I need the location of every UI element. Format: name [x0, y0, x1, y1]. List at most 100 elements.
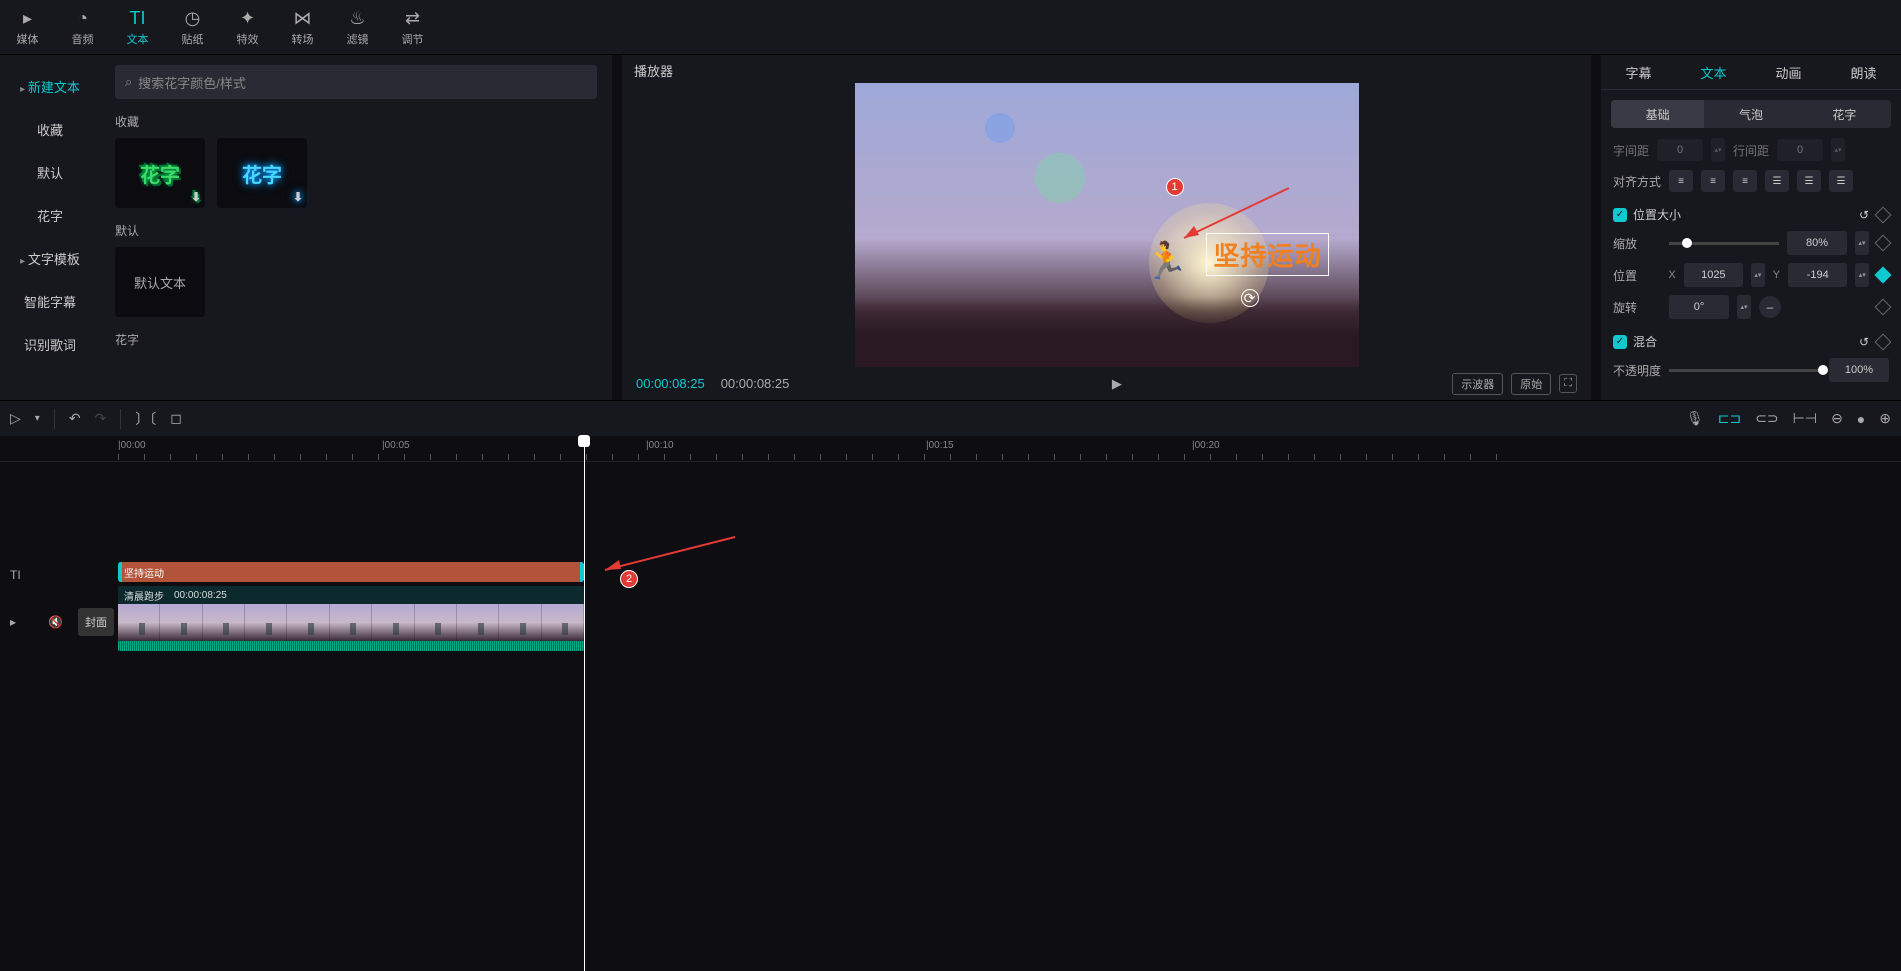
prop-subtab[interactable]: 基础	[1611, 100, 1704, 128]
nav-转场[interactable]: ⋈转场	[275, 0, 330, 54]
zoom-out-icon[interactable]: ⊖	[1831, 410, 1843, 427]
line-spacing-input[interactable]: 0	[1777, 139, 1823, 161]
nav-媒体[interactable]: ▸媒体	[0, 0, 55, 54]
fullscreen-icon[interactable]: ⛶	[1559, 374, 1577, 393]
checkbox-icon[interactable]: ✓	[1613, 335, 1627, 349]
char-spacing-input[interactable]: 0	[1657, 139, 1703, 161]
stepper-icon[interactable]: ▴▾	[1855, 263, 1869, 287]
stepper-icon[interactable]: ▴▾	[1711, 138, 1725, 162]
runner-silhouette: 🏃	[1144, 240, 1189, 282]
annotation-1: 1	[1166, 178, 1184, 196]
align-middle-icon[interactable]: ☰	[1797, 170, 1821, 192]
sidebar-item[interactable]: 文字模板	[0, 237, 100, 280]
prop-tab[interactable]: 朗读	[1826, 55, 1901, 89]
align-bottom-icon[interactable]: ☰	[1829, 170, 1853, 192]
zoom-slider[interactable]: ●	[1857, 411, 1865, 427]
keyframe-icon[interactable]	[1875, 206, 1892, 223]
scale-value[interactable]: 80%	[1787, 231, 1847, 255]
audio-waveform	[118, 641, 584, 651]
reset-icon[interactable]: ↺	[1859, 335, 1869, 349]
sidebar-item[interactable]: 智能字幕	[0, 280, 100, 323]
keyframe-icon[interactable]	[1875, 299, 1892, 316]
prop-tab[interactable]: 字幕	[1601, 55, 1676, 89]
video-clip[interactable]: 清晨跑步 00:00:08:25	[118, 586, 584, 651]
stepper-icon[interactable]: ▴▾	[1831, 138, 1845, 162]
pos-y-input[interactable]: -194	[1788, 263, 1847, 287]
chevron-down-icon[interactable]: ▾	[35, 413, 40, 424]
nav-文本[interactable]: TI文本	[110, 0, 165, 54]
opacity-value[interactable]: 100%	[1829, 358, 1889, 382]
prop-tab[interactable]: 文本	[1676, 55, 1751, 89]
redo-icon[interactable]: ↷	[95, 410, 107, 427]
keyframe-icon[interactable]	[1875, 267, 1892, 284]
align-top-icon[interactable]: ☰	[1765, 170, 1789, 192]
nav-贴纸[interactable]: ◷贴纸	[165, 0, 220, 54]
rotate-handle-icon[interactable]: ⟳	[1241, 289, 1259, 307]
ruler-mark: |00:10	[646, 440, 674, 451]
link-icon[interactable]: ⊂⊃	[1755, 410, 1778, 427]
keyframe-icon[interactable]	[1875, 235, 1892, 252]
cover-button[interactable]: 封面	[78, 608, 114, 636]
nav-调节[interactable]: ⇄调节	[385, 0, 440, 54]
prop-subtab[interactable]: 花字	[1798, 100, 1891, 128]
video-preview[interactable]: 🏃 坚持运动 ⟳ 1	[855, 83, 1359, 367]
scope-button[interactable]: 示波器	[1452, 373, 1503, 395]
player-controls: 00:00:08:25 00:00:08:25 ▶ 示波器 原始 ⛶	[622, 367, 1591, 400]
text-overlay-box[interactable]: 坚持运动	[1206, 233, 1328, 276]
keyframe-icon[interactable]	[1875, 333, 1892, 350]
nav-特效[interactable]: ✦特效	[220, 0, 275, 54]
rotate-input[interactable]: 0°	[1669, 295, 1729, 319]
text-clip[interactable]: 坚持运动	[118, 562, 584, 582]
stepper-icon[interactable]: ▴▾	[1737, 295, 1751, 319]
play-icon[interactable]: ▶	[1112, 376, 1122, 392]
video-track-icon[interactable]: ▸	[0, 607, 16, 637]
stepper-icon[interactable]: ▴▾	[1855, 231, 1869, 255]
rotate-dial-icon[interactable]: –	[1759, 296, 1781, 318]
sidebar-item[interactable]: 新建文本	[0, 65, 100, 108]
download-icon[interactable]: ⬇	[293, 190, 303, 204]
mic-icon[interactable]: 🎙	[1686, 410, 1704, 427]
text-style-thumb[interactable]: 花字 ⬇	[217, 138, 307, 208]
section-blend: ✓ 混合 ↺	[1613, 333, 1889, 350]
default-text-thumb[interactable]: 默认文本	[115, 247, 205, 317]
sidebar-item[interactable]: 识别歌词	[0, 323, 100, 366]
text-assets-panel: ⌕ 搜索花字颜色/样式 收藏 花字 ⬇ 花字 ⬇ 默认 默认文本 花字	[100, 55, 612, 400]
sidebar-item[interactable]: 收藏	[0, 108, 100, 151]
pos-x-input[interactable]: 1025	[1684, 263, 1743, 287]
split-icon[interactable]: 〕〔	[135, 409, 156, 429]
timeline[interactable]: |00:00|00:05|00:10|00:15|00:20 TI ▸ 🔇 封面…	[0, 436, 1901, 971]
prop-subtab[interactable]: 气泡	[1704, 100, 1797, 128]
download-icon[interactable]: ⬇	[191, 190, 201, 204]
original-button[interactable]: 原始	[1511, 373, 1551, 395]
undo-icon[interactable]: ↶	[69, 410, 81, 427]
prop-tab[interactable]: 动画	[1751, 55, 1826, 89]
sidebar-item[interactable]: 默认	[0, 151, 100, 194]
reset-icon[interactable]: ↺	[1859, 208, 1869, 222]
nav-音频[interactable]: ◔音频	[55, 0, 110, 54]
scale-slider[interactable]	[1669, 242, 1779, 245]
stepper-icon[interactable]: ▴▾	[1751, 263, 1765, 287]
mute-icon[interactable]: 🔇	[38, 607, 63, 637]
align-left-icon[interactable]: ≡	[1669, 170, 1693, 192]
playhead[interactable]	[584, 436, 585, 971]
text-track-icon[interactable]: TI	[0, 560, 21, 590]
checkbox-icon[interactable]: ✓	[1613, 208, 1627, 222]
align-center-icon[interactable]: ≡	[1701, 170, 1725, 192]
sidebar-item[interactable]: 花字	[0, 194, 100, 237]
top-nav: ▸媒体◔音频TI文本◷贴纸✦特效⋈转场♨滤镜⇄调节	[0, 0, 1901, 55]
align-right-icon[interactable]: ≡	[1733, 170, 1757, 192]
properties-tabs: 字幕文本动画朗读	[1601, 55, 1901, 90]
crop-icon[interactable]: ◻	[170, 410, 182, 427]
opacity-slider[interactable]	[1669, 369, 1821, 372]
magnet-icon[interactable]: ⊏⊐	[1718, 410, 1741, 427]
nav-滤镜[interactable]: ♨滤镜	[330, 0, 385, 54]
zoom-in-icon[interactable]: ⊕	[1879, 410, 1891, 427]
text-style-thumb[interactable]: 花字 ⬇	[115, 138, 205, 208]
selection-tool-icon[interactable]: ▷	[10, 410, 21, 427]
search-input[interactable]: ⌕ 搜索花字颜色/样式	[115, 65, 597, 99]
mark-icon[interactable]: ⊢⊣	[1793, 410, 1817, 427]
player-stage[interactable]: 🏃 坚持运动 ⟳ 1	[622, 83, 1591, 367]
time-ruler[interactable]: |00:00|00:05|00:10|00:15|00:20	[0, 436, 1901, 462]
player-title: 播放器	[622, 55, 1591, 83]
scale-row: 缩放 80% ▴▾	[1613, 231, 1889, 255]
